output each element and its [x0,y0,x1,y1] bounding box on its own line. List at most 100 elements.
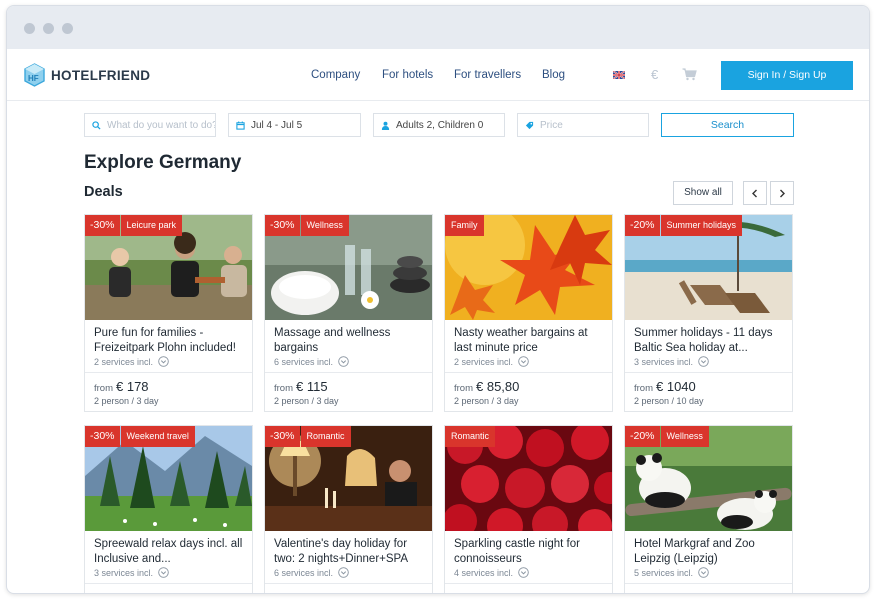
price-field[interactable] [517,113,649,137]
deal-card-1[interactable]: -30% Leicure park Pure fun for families … [84,214,253,412]
chevron-down-circle-icon[interactable] [338,356,349,367]
price-from-label: from [274,383,293,394]
deal-services[interactable]: 5 services incl. [634,567,709,578]
price-amount: € 1040 [656,379,696,394]
chevron-down-circle-icon[interactable] [518,567,529,578]
services-count: 4 services incl. [454,567,514,578]
svg-text:HF: HF [28,74,39,83]
discount-badge: -30% [265,426,300,447]
deal-services[interactable]: 4 services incl. [454,567,529,578]
chevron-down-circle-icon[interactable] [338,567,349,578]
sign-in-button[interactable]: Sign In / Sign Up [721,61,853,90]
deal-services[interactable]: 6 services incl. [274,356,349,367]
price-input[interactable] [540,119,648,131]
search-icon [92,120,101,130]
category-badge: Wellness [300,215,349,236]
deal-price: from€ 149 [94,590,149,593]
card-divider [445,583,612,584]
previous-deals-button[interactable] [743,181,767,205]
chevron-down-circle-icon[interactable] [698,356,709,367]
price-amount: € 119 [656,590,688,593]
category-badge: Weekend travel [120,426,195,447]
deal-card-5[interactable]: -30% Weekend travel Spreewald relax days… [84,425,253,593]
deal-services[interactable]: 2 services incl. [454,356,529,367]
brand-name: HOTELFRIEND [51,67,151,83]
deal-title[interactable]: Valentine's day holiday for two: 2 night… [274,537,428,567]
services-count: 3 services incl. [94,567,154,578]
category-badge: Romantic [445,426,496,447]
deal-price: from€ 119 [634,590,688,593]
deal-services[interactable]: 3 services incl. [634,356,709,367]
discount-badge: -30% [85,426,120,447]
nav-link-for-hotels[interactable]: For hotels [382,69,433,81]
guests-field[interactable]: Adults 2, Children 0 [373,113,505,137]
deal-price: from € 178 [94,379,149,394]
deal-price: from€ 199 [274,590,329,593]
brand-logo[interactable]: HF HOTELFRIEND [24,63,150,87]
deal-services[interactable]: 6 services incl. [274,567,349,578]
cart-icon[interactable] [682,68,697,81]
deal-services[interactable]: 2 services incl. [94,356,169,367]
deal-title[interactable]: Pure fun for families - Freizeitpark Plo… [94,326,248,356]
deal-card-4[interactable]: -20% Summer holidays Summer holidays - 1… [624,214,793,412]
card-divider [85,372,252,373]
price-amount: € 85,80 [476,379,520,394]
deal-card-7[interactable]: Romantic Sparkling castle night for conn… [444,425,613,593]
deal-title[interactable]: Nasty weather bargains at last minute pr… [454,326,608,356]
deal-title[interactable]: Summer holidays - 11 days Baltic Sea hol… [634,326,788,356]
nav-link-blog[interactable]: Blog [542,69,565,81]
chevron-down-circle-icon[interactable] [698,567,709,578]
deal-title[interactable]: Sparkling castle night for connoisseurs [454,537,608,567]
deal-price: from € 115 [274,379,328,394]
price-from-label: from [454,383,473,394]
logo-cube-icon: HF [24,63,45,87]
price-amount: € 199 [296,590,329,593]
window-titlebar [7,6,869,49]
deal-services[interactable]: 3 services incl. [94,567,169,578]
deal-card-3[interactable]: Family Nasty weather bargains at last mi… [444,214,613,412]
search-button[interactable]: Search [661,113,794,137]
language-flag-uk-icon[interactable] [613,71,625,79]
services-count: 5 services incl. [634,567,694,578]
deal-badges: -30% Leicure park [85,215,183,236]
discount-badge: -30% [265,215,300,236]
category-badge: Summer holidays [660,215,743,236]
window-close-dot[interactable] [24,23,35,34]
services-count: 6 services incl. [274,567,334,578]
nav-link-company[interactable]: Company [311,69,360,81]
date-range-value: Jul 4 - Jul 5 [251,119,303,131]
show-all-button[interactable]: Show all [673,181,733,205]
discount-badge: -20% [625,215,660,236]
deal-title[interactable]: Massage and wellness bargains [274,326,428,356]
next-deals-button[interactable] [770,181,794,205]
deal-badges: -30% Romantic [265,426,351,447]
window-minimize-dot[interactable] [43,23,54,34]
deal-price: from € 85,80 [454,379,519,394]
category-badge: Wellness [660,426,709,447]
deal-title[interactable]: Hotel Markgraf and Zoo Leipzig (Leipzig) [634,537,788,567]
deal-card-2[interactable]: -30% Wellness Massage and wellness barga… [264,214,433,412]
chevron-down-circle-icon[interactable] [518,356,529,367]
window-maximize-dot[interactable] [62,23,73,34]
deal-badges: -30% Wellness [265,215,349,236]
search-bar: Jul 4 - Jul 5 Adults 2, Children 0 Searc… [7,113,869,137]
deal-card-6[interactable]: -30% Romantic Valentine's day holiday fo… [264,425,433,593]
price-from-label: from [634,383,653,394]
person-icon [381,121,390,130]
currency-selector[interactable]: € [651,67,658,82]
chevron-down-circle-icon[interactable] [158,567,169,578]
card-divider [625,583,792,584]
top-navigation: HF HOTELFRIEND Company For hotels For tr… [7,49,869,101]
nav-link-for-travellers[interactable]: For travellers [454,69,521,81]
guests-value: Adults 2, Children 0 [396,119,484,131]
deal-card-8[interactable]: -20% Wellness Hotel Markgraf and Zoo Lei… [624,425,793,593]
deal-badges: -20% Summer holidays [625,215,743,236]
date-range-field[interactable]: Jul 4 - Jul 5 [228,113,361,137]
activity-search-field[interactable] [84,113,216,137]
price-from-label: from [94,383,113,394]
chevron-down-circle-icon[interactable] [158,356,169,367]
deal-title[interactable]: Spreewald relax days incl. all Inclusive… [94,537,248,567]
services-count: 2 services incl. [454,356,514,367]
price-tag-icon [525,121,534,129]
activity-search-input[interactable] [107,119,215,131]
